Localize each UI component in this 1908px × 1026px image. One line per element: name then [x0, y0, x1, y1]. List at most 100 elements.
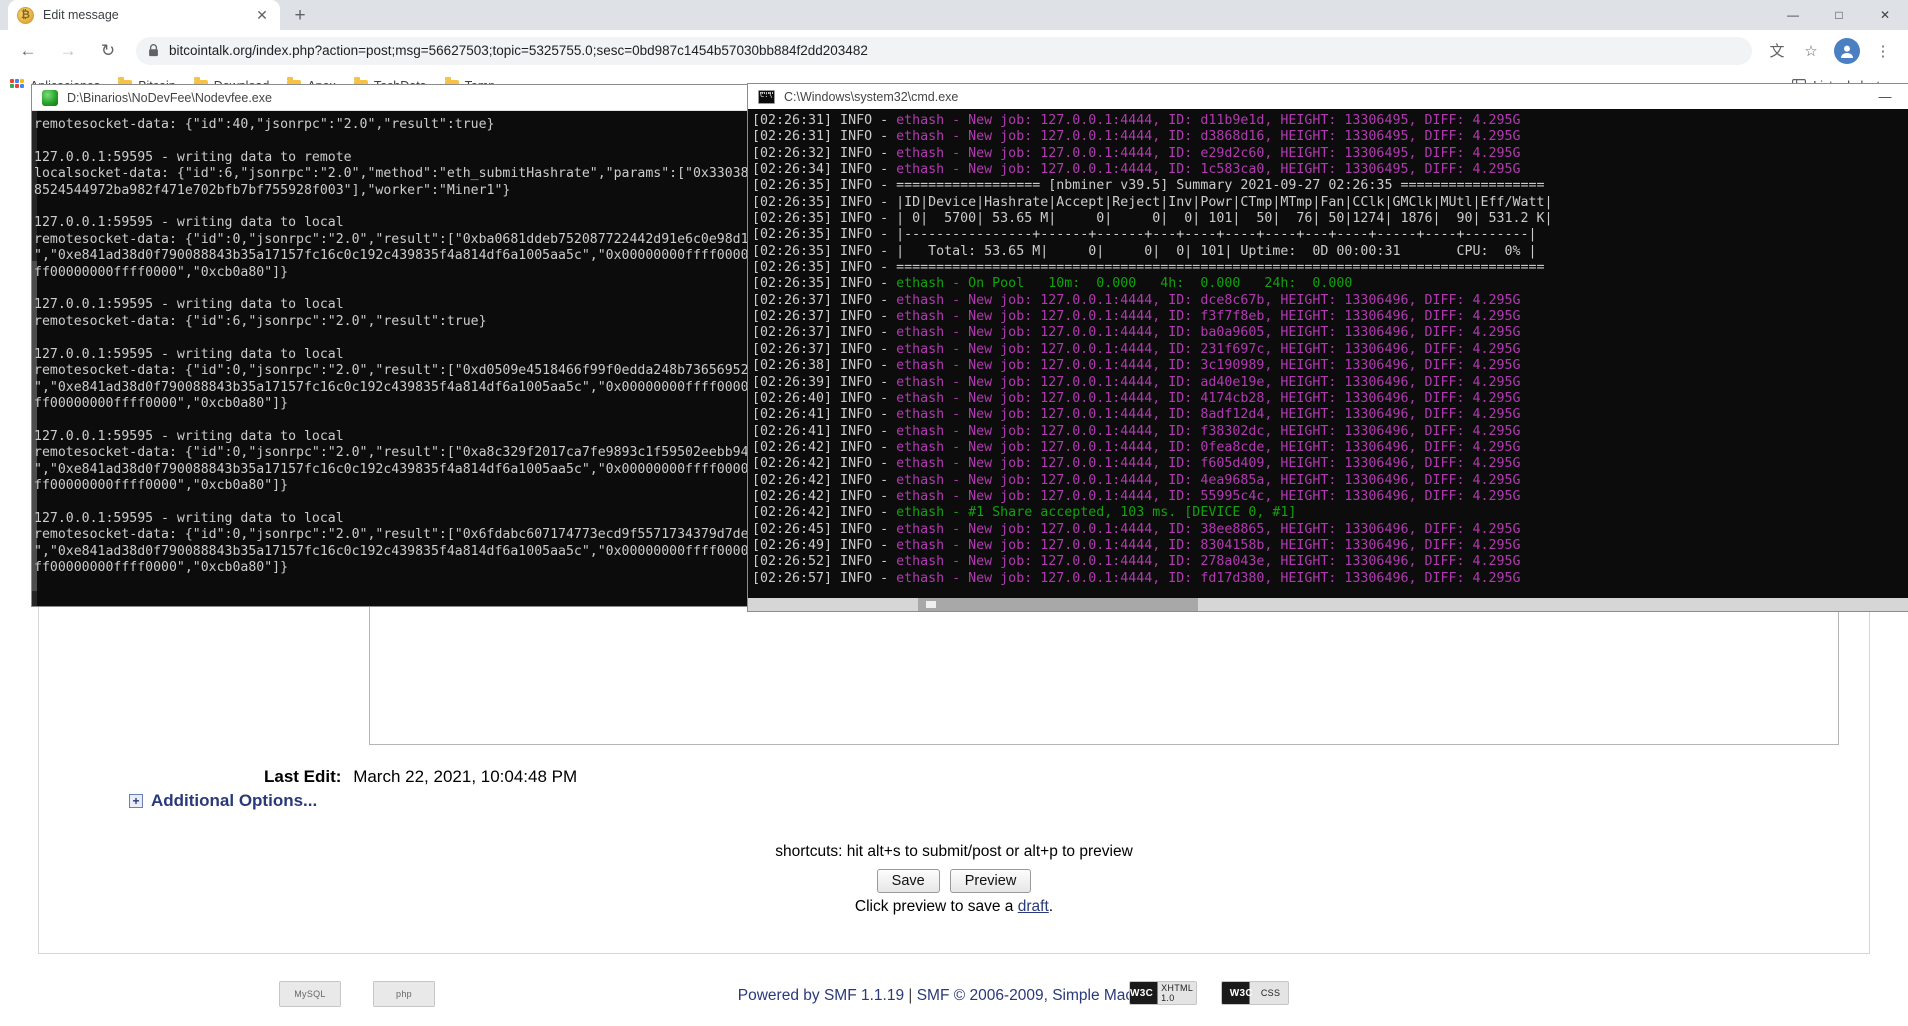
cmd-log-line: [02:26:35] INFO - ======================…: [752, 260, 1908, 276]
nodevfee-log-line: remotesocket-data: {"id":6,"jsonrpc":"2.…: [34, 313, 487, 329]
cmd-log-text: ethash - New job: 127.0.0.1:4444, ID: d1…: [896, 113, 1521, 128]
nodevfee-log-line: 127.0.0.1:59595 - writing data to local: [34, 215, 344, 231]
nodevfee-log-line: [34, 412, 750, 428]
w3c-xhtml-badge[interactable]: W3C XHTML 1.0: [1129, 981, 1197, 1005]
cmd-log-line: [02:26:32] INFO - ethash - New job: 127.…: [752, 146, 1908, 162]
save-button[interactable]: Save: [876, 869, 940, 893]
cmd-log-text: | 0| 5700| 53.65 M| 0| 0| 0| 101| 50| 76…: [896, 211, 1553, 227]
nodevfee-titlebar[interactable]: D:\Binarios\NoDevFee\Nodevfee.exe: [32, 85, 750, 111]
nodevfee-log-line: remotesocket-data: {"id":0,"jsonrpc":"2.…: [34, 231, 750, 247]
nodevfee-log-line: 8524544972ba982f471e702bfb7bf755928f003"…: [34, 182, 511, 198]
page-footer: Powered by SMF 1.1.19 | SMF © 2006-2009,…: [39, 975, 1869, 1026]
cmd-log-timestamp: [02:26:39] INFO -: [752, 374, 897, 390]
tab-title: Edit message: [43, 8, 119, 22]
chrome-menu-icon[interactable]: ⋮: [1868, 36, 1898, 66]
cmd-log-text: |ID|Device|Hashrate|Accept|Reject|Inv|Po…: [896, 194, 1553, 210]
cmd-log-timestamp: [02:26:57] INFO -: [752, 570, 897, 586]
cmd-log-line: [02:26:34] INFO - ethash - New job: 127.…: [752, 162, 1908, 178]
nodevfee-console-window[interactable]: D:\Binarios\NoDevFee\Nodevfee.exe remote…: [32, 85, 750, 606]
cmd-log-text: ================== [nbminer v39.5] Summa…: [896, 178, 1545, 194]
nodevfee-log-line: [34, 133, 750, 149]
cmd-log-timestamp: [02:26:49] INFO -: [752, 537, 897, 553]
cmd-log-line: [02:26:42] INFO - ethash - #1 Share acce…: [752, 505, 1908, 521]
cmd-log-text: ethash - New job: 127.0.0.1:4444, ID: f3…: [896, 309, 1521, 325]
additional-options-toggle[interactable]: + Additional Options...: [129, 791, 317, 811]
minimize-button[interactable]: —: [1770, 0, 1816, 30]
cmd-console-window[interactable]: C:\Windows\system32\cmd.exe — [02:26:31]…: [748, 84, 1908, 611]
nodevfee-log-line: 127.0.0.1:59595 - writing data to local: [34, 346, 344, 362]
nodevfee-log-line: [34, 281, 750, 297]
smf-version-link[interactable]: Powered by SMF 1.1.19: [738, 987, 904, 1004]
back-button[interactable]: ←: [12, 35, 44, 67]
nodevfee-log-line: 127.0.0.1:59595 - writing data to local: [34, 510, 344, 526]
nodevfee-log-line: ff00000000ffff0000","0xcb0a80"]}: [34, 559, 289, 575]
close-icon[interactable]: ✕: [253, 6, 271, 24]
cmd-log-line: [02:26:35] INFO - | Total: 53.65 M| 0| 0…: [752, 244, 1908, 260]
php-badge-label: php: [396, 989, 412, 999]
nodevfee-log-line: ff00000000ffff0000","0xcb0a80"]}: [34, 264, 289, 280]
chrome-browser-window: ₿ Edit message ✕ + — □ ✕ ← → ↻ bitcointa…: [0, 0, 1908, 1026]
cmd-log-line: [02:26:37] INFO - ethash - New job: 127.…: [752, 293, 1908, 309]
cmd-horizontal-scrollbar[interactable]: [748, 598, 1908, 611]
cmd-log-text: ethash - New job: 127.0.0.1:4444, ID: 27…: [896, 554, 1521, 570]
mysql-badge[interactable]: MySQL: [279, 981, 341, 1007]
nodevfee-log-line: 127.0.0.1:59595 - writing data to local: [34, 297, 344, 313]
bookmark-star-icon[interactable]: ☆: [1796, 36, 1826, 66]
additional-options-label: Additional Options...: [151, 791, 318, 810]
nodevfee-log-line: [34, 199, 750, 215]
window-controls: — □ ✕: [1770, 0, 1908, 30]
cmd-log-timestamp: [02:26:31] INFO -: [752, 129, 897, 145]
footer-separator: |: [904, 987, 917, 1004]
nodevfee-log-line: 127.0.0.1:59595 - writing data to remote: [34, 149, 352, 165]
cmd-log-line: [02:26:42] INFO - ethash - New job: 127.…: [752, 489, 1908, 505]
draft-link[interactable]: draft: [1018, 898, 1049, 915]
nodevfee-log-line: ","0xe841ad38d0f790088843b35a17157fc16c0…: [34, 379, 750, 395]
translate-icon[interactable]: 文: [1762, 36, 1792, 66]
avatar[interactable]: [1834, 37, 1860, 64]
cmd-log-text: | Total: 53.65 M| 0| 0| 0| 101| Uptime: …: [896, 243, 1537, 259]
cmd-log-text: ethash - New job: 127.0.0.1:4444, ID: f6…: [896, 456, 1521, 472]
reload-button[interactable]: ↻: [92, 35, 124, 67]
cmd-log-timestamp: [02:26:32] INFO -: [752, 145, 897, 161]
new-tab-button[interactable]: +: [286, 1, 314, 29]
cmd-log-line: [02:26:39] INFO - ethash - New job: 127.…: [752, 375, 1908, 391]
tab-edit-message[interactable]: ₿ Edit message ✕: [8, 0, 280, 30]
cmd-log-timestamp: [02:26:35] INFO -: [752, 211, 897, 227]
cmd-log-text: ethash - New job: 127.0.0.1:4444, ID: 23…: [896, 341, 1521, 357]
maximize-button[interactable]: □: [1816, 0, 1862, 30]
shortcuts-hint: shortcuts: hit alt+s to submit/post or a…: [775, 843, 1133, 860]
preview-button[interactable]: Preview: [949, 869, 1032, 893]
cmd-log-timestamp: [02:26:37] INFO -: [752, 341, 897, 357]
forward-button[interactable]: →: [52, 35, 84, 67]
cmd-log-text: ethash - New job: 127.0.0.1:4444, ID: dc…: [896, 292, 1521, 308]
close-window-button[interactable]: ✕: [1862, 0, 1908, 30]
cmd-log-timestamp: [02:26:37] INFO -: [752, 309, 897, 325]
cmd-console-icon: [758, 89, 775, 104]
green-hexagon-icon: [42, 89, 58, 106]
cmd-log-timestamp: [02:26:38] INFO -: [752, 358, 897, 374]
cmd-log-text: ethash - New job: 127.0.0.1:4444, ID: 1c…: [896, 162, 1521, 178]
cmd-titlebar[interactable]: C:\Windows\system32\cmd.exe —: [748, 84, 1908, 109]
cmd-log-line: [02:26:41] INFO - ethash - New job: 127.…: [752, 407, 1908, 423]
cmd-log-text: ethash - New job: 127.0.0.1:4444, ID: d3…: [896, 129, 1521, 145]
w3c-css-badge[interactable]: W3C CSS: [1221, 981, 1289, 1005]
php-badge[interactable]: php: [373, 981, 435, 1007]
cmd-log-line: [02:26:42] INFO - ethash - New job: 127.…: [752, 473, 1908, 489]
cmd-title: C:\Windows\system32\cmd.exe: [784, 89, 959, 104]
cmd-log-text: |----------------+------+------+---+----…: [896, 227, 1537, 243]
cmd-log-text: ethash - New job: 127.0.0.1:4444, ID: 4e…: [896, 472, 1521, 488]
cmd-log-timestamp: [02:26:42] INFO -: [752, 472, 897, 488]
cmd-log-text: ethash - New job: 127.0.0.1:4444, ID: 8a…: [896, 407, 1521, 423]
cmd-minimize-button[interactable]: —: [1862, 84, 1908, 109]
cmd-log-timestamp: [02:26:35] INFO -: [752, 260, 897, 276]
nodevfee-title: D:\Binarios\NoDevFee\Nodevfee.exe: [67, 90, 272, 105]
address-bar[interactable]: bitcointalk.org/index.php?action=post;ms…: [136, 36, 1752, 65]
secure-lock-icon: [148, 44, 159, 57]
cmd-log-line: [02:26:31] INFO - ethash - New job: 127.…: [752, 129, 1908, 145]
cmd-log-timestamp: [02:26:42] INFO -: [752, 439, 897, 455]
last-edit-label: Last Edit:: [264, 767, 342, 786]
cmd-log-line: [02:26:41] INFO - ethash - New job: 127.…: [752, 424, 1908, 440]
cmd-log-text: ethash - New job: 127.0.0.1:4444, ID: 41…: [896, 390, 1521, 406]
nodevfee-log-line: ","0xe841ad38d0f790088843b35a17157fc16c0…: [34, 543, 750, 559]
cmd-log-timestamp: [02:26:34] INFO -: [752, 162, 897, 178]
